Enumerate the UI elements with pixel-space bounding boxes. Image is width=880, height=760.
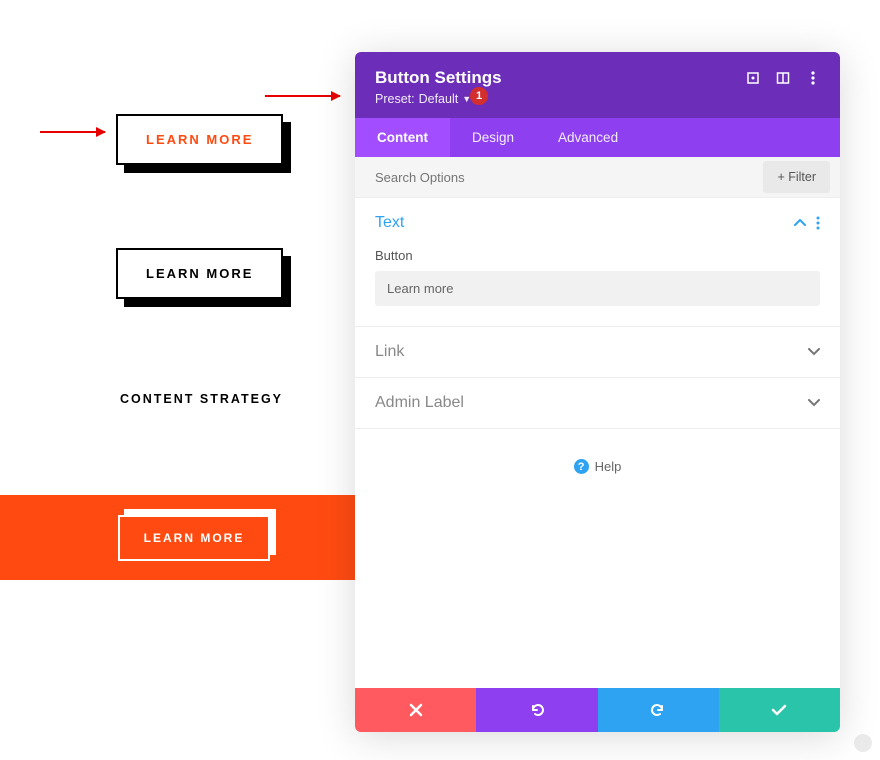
section-admin-label: Admin Label	[355, 378, 840, 429]
redo-icon	[650, 703, 666, 717]
columns-icon[interactable]	[776, 71, 790, 85]
more-icon[interactable]	[806, 71, 820, 85]
section-link: Link	[355, 327, 840, 378]
section-link-header[interactable]: Link	[355, 327, 840, 377]
section-text: Text Button	[355, 198, 840, 327]
redo-button[interactable]	[598, 688, 719, 732]
cancel-button[interactable]	[355, 688, 476, 732]
section-more-icon[interactable]	[816, 216, 820, 230]
content-strategy-label: CONTENT STRATEGY	[120, 392, 283, 406]
filter-button[interactable]: + Filter	[763, 161, 830, 193]
preset-value: Default	[419, 92, 459, 106]
preview-button-3[interactable]: LEARN MORE	[118, 515, 271, 561]
preview-button-2[interactable]: LEARN MORE	[116, 248, 283, 299]
undo-button[interactable]	[476, 688, 597, 732]
settings-panel: Button Settings Preset: Default ▼ Conten…	[355, 52, 840, 732]
help-icon: ?	[574, 459, 589, 474]
check-icon	[771, 704, 787, 716]
preview-button-1[interactable]: LEARN MORE	[116, 114, 283, 165]
preview-button-1-wrap: LEARN MORE	[116, 114, 283, 165]
help-row[interactable]: ? Help	[355, 429, 840, 504]
filter-label: Filter	[788, 170, 816, 184]
chevron-up-icon	[794, 219, 806, 227]
annotation-arrow-1	[40, 131, 105, 133]
button-text-input[interactable]	[375, 271, 820, 306]
section-text-title: Text	[375, 214, 404, 232]
section-text-header[interactable]: Text	[355, 198, 840, 248]
button-field-label: Button	[375, 248, 820, 263]
tabs: Content Design Advanced	[355, 118, 840, 157]
tab-content[interactable]: Content	[355, 118, 450, 157]
annotation-badge-1: 1	[470, 87, 488, 105]
panel-body: Text Button Link	[355, 198, 840, 688]
tab-advanced[interactable]: Advanced	[536, 118, 640, 157]
chevron-down-icon	[808, 348, 820, 356]
section-link-title: Link	[375, 343, 404, 361]
expand-icon[interactable]	[746, 71, 760, 85]
search-row: + Filter	[355, 157, 840, 198]
undo-icon	[529, 703, 545, 717]
help-label: Help	[595, 459, 622, 474]
panel-title: Button Settings	[375, 68, 502, 88]
save-button[interactable]	[719, 688, 840, 732]
chevron-down-icon	[808, 399, 820, 407]
section-admin-title: Admin Label	[375, 394, 464, 412]
preview-button-2-wrap: LEARN MORE	[116, 248, 283, 299]
annotation-arrow-2	[265, 95, 340, 97]
preview-button-3-wrap: LEARN MORE	[118, 515, 271, 561]
section-admin-header[interactable]: Admin Label	[355, 378, 840, 428]
preset-selector[interactable]: Preset: Default ▼	[375, 92, 820, 106]
search-input[interactable]	[355, 158, 763, 197]
orange-banner: LEARN MORE	[0, 495, 388, 580]
tab-design[interactable]: Design	[450, 118, 536, 157]
panel-header: Button Settings Preset: Default ▼	[355, 52, 840, 118]
close-icon	[409, 703, 423, 717]
action-bar	[355, 688, 840, 732]
resize-handle[interactable]	[854, 734, 872, 752]
preset-label: Preset:	[375, 92, 415, 106]
